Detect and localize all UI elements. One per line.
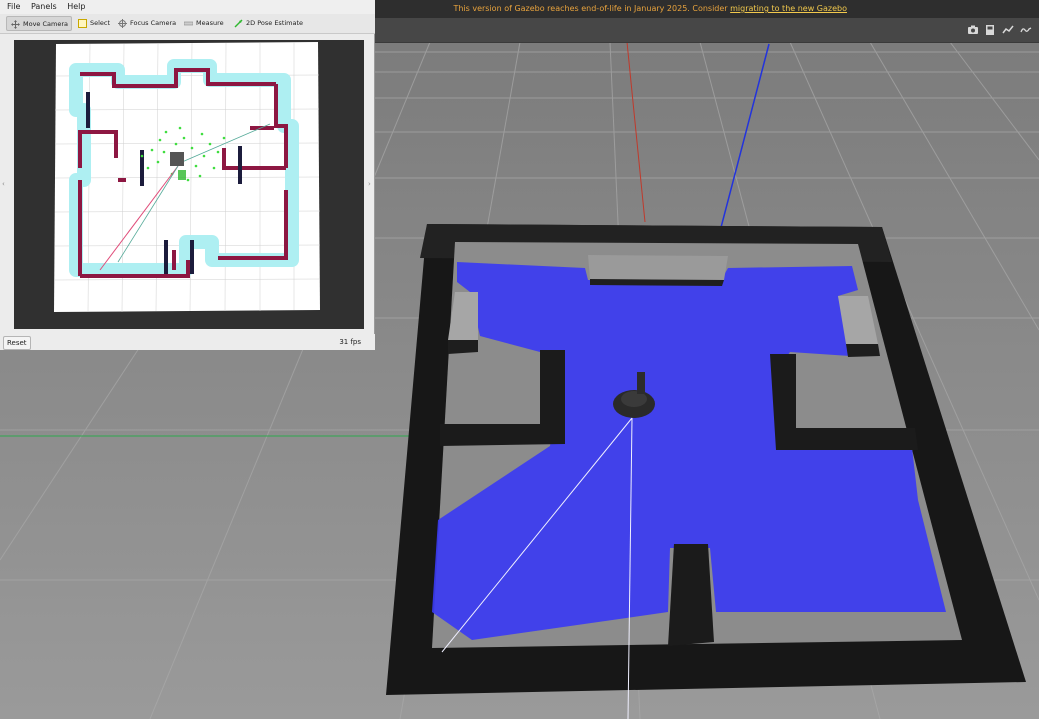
log-icon[interactable] xyxy=(1020,24,1032,36)
right-panel-collapse-handle[interactable]: › xyxy=(368,180,374,190)
select-label: Select xyxy=(90,19,111,27)
move-camera-icon xyxy=(11,20,20,29)
pose-estimate-label: 2D Pose Estimate xyxy=(246,19,304,27)
migration-link[interactable]: migrating to the new Gazebo xyxy=(730,4,847,13)
menu-file[interactable]: File xyxy=(3,0,24,14)
plot-icon[interactable] xyxy=(1002,24,1014,36)
rviz-status-bar: Reset 31 fps xyxy=(0,334,375,350)
inner-wall-right-block-side xyxy=(846,344,880,357)
focus-camera-label: Focus Camera xyxy=(130,19,177,27)
focus-camera-icon xyxy=(118,19,127,28)
map-goal-marker xyxy=(178,170,186,180)
measure-label: Measure xyxy=(196,19,224,27)
inner-wall-left-block-side xyxy=(448,340,478,354)
rviz-3d-view[interactable] xyxy=(14,40,364,329)
inner-wall-bottom xyxy=(668,544,714,646)
reset-button[interactable]: Reset xyxy=(3,336,31,350)
pose-estimate-tool[interactable]: 2D Pose Estimate xyxy=(230,16,306,31)
focus-camera-tool[interactable]: Focus Camera xyxy=(114,16,176,31)
fps-readout: 31 fps xyxy=(339,338,361,346)
select-icon xyxy=(78,19,87,28)
rviz-toolbar: Move Camera Select Focus Camera Measure … xyxy=(0,14,375,34)
measure-tool[interactable]: Measure xyxy=(180,16,228,31)
move-camera-label: Move Camera xyxy=(23,20,69,28)
inner-wall-top xyxy=(588,255,728,280)
notice-text: This version of Gazebo reaches end-of-li… xyxy=(453,4,731,13)
pose-estimate-icon xyxy=(234,19,243,28)
menu-panels[interactable]: Panels xyxy=(27,0,61,14)
rviz-window: File Panels Help Move Camera Select Focu… xyxy=(0,0,375,350)
save-icon[interactable] xyxy=(984,24,996,36)
robot-lidar xyxy=(637,372,645,394)
menu-help[interactable]: Help xyxy=(63,0,89,14)
select-tool[interactable]: Select xyxy=(74,16,110,31)
move-camera-tool[interactable]: Move Camera xyxy=(6,16,72,31)
measure-icon xyxy=(184,21,193,26)
left-panel-collapse-handle[interactable]: ‹ xyxy=(2,180,8,190)
rviz-menubar: File Panels Help xyxy=(0,0,375,14)
camera-icon[interactable] xyxy=(967,24,979,36)
inner-wall-top-front xyxy=(590,279,724,286)
map-robot xyxy=(170,152,184,166)
